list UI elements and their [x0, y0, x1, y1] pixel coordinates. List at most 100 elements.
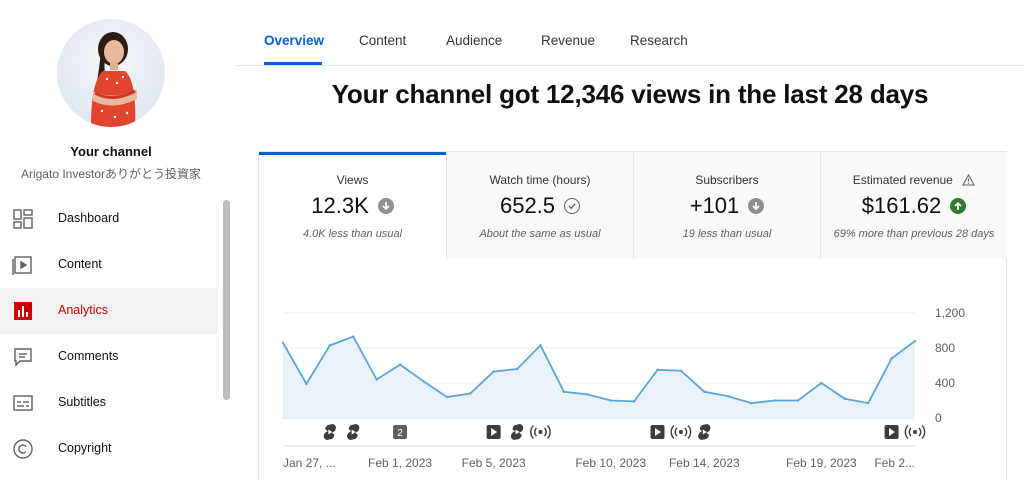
metric-card-revenue[interactable]: Estimated revenue $161.62 69% more than … — [820, 152, 1007, 259]
metric-title: Estimated revenue — [821, 173, 1007, 187]
content-icon — [12, 254, 34, 276]
channel-avatar[interactable] — [57, 19, 165, 127]
metric-title-text: Estimated revenue — [852, 173, 953, 187]
sidebar-item-copyright[interactable]: Copyright — [0, 426, 218, 472]
live-wave — [530, 425, 535, 439]
x-tick-label: Feb 2... — [874, 456, 915, 470]
arrow-up-icon — [950, 198, 967, 214]
chart-canvas[interactable]: 1,200 800 400 0 2 Jan 27, ... Feb 1, 2023 Feb 5… — [259, 258, 1008, 480]
subtitles-icon — [12, 392, 34, 414]
metric-title: Watch time (hours) — [489, 173, 591, 187]
live-wave — [918, 427, 922, 437]
live-wave — [674, 427, 678, 437]
data-point — [281, 341, 285, 344]
sidebar-item-analytics[interactable]: Analytics — [0, 288, 218, 334]
live-wave — [546, 425, 551, 439]
sidebar: Your channel Arigato Investorありがとう投資家 Da… — [0, 0, 234, 480]
data-point — [469, 392, 472, 395]
metric-title: Views — [336, 173, 369, 187]
metric-card-watch-time[interactable]: Watch time (hours) 652.5 About the same … — [446, 152, 633, 259]
active-tab-indicator — [264, 62, 322, 65]
live-wave — [908, 427, 912, 437]
page-headline: Your channel got 12,346 views in the las… — [331, 79, 929, 109]
data-point — [726, 394, 729, 398]
sidebar-item-dashboard[interactable]: Dashboard — [0, 196, 218, 242]
y-tick-label: 400 — [935, 376, 955, 390]
data-point — [773, 399, 776, 402]
data-point — [796, 399, 800, 402]
tab-research[interactable]: Research — [630, 33, 688, 48]
metric-value: 12.3K — [311, 193, 369, 218]
data-point — [492, 370, 495, 373]
sidebar-item-comments[interactable]: Comments — [0, 334, 218, 380]
data-point — [305, 382, 308, 386]
data-point — [820, 381, 823, 385]
warning-icon[interactable] — [962, 173, 976, 186]
x-tick-label: Feb 1, 2023 — [368, 456, 432, 470]
data-point — [703, 390, 706, 393]
metric-note: 4.0K less than usual — [302, 228, 403, 240]
analytics-tabs: Overview Content Audience Revenue Resear… — [236, 0, 1024, 66]
sidebar-item-label: Dashboard — [58, 211, 120, 225]
sidebar-item-label: Copyright — [58, 441, 112, 455]
active-card-indicator — [259, 152, 446, 155]
live-wave — [543, 427, 547, 437]
dashboard-icon — [12, 208, 34, 230]
live-marker-icon — [678, 430, 683, 434]
metric-card-subscribers[interactable]: Subscribers +101 19 less than usual — [633, 152, 820, 259]
x-tick-label: Feb 5, 2023 — [462, 456, 526, 470]
data-point — [843, 397, 846, 400]
sidebar-item-subtitles[interactable]: Subtitles — [0, 380, 218, 426]
live-wave — [684, 427, 688, 437]
tab-overview[interactable]: Overview — [264, 33, 324, 48]
data-point — [866, 401, 870, 405]
y-tick-label: 0 — [935, 411, 942, 425]
channel-name: Arigato Investorありがとう投資家 — [20, 167, 202, 181]
live-marker-icon — [913, 430, 917, 434]
y-tick-label: 1,200 — [935, 306, 965, 320]
metric-note: 19 less than usual — [682, 228, 772, 240]
data-point — [562, 390, 566, 393]
data-point — [445, 395, 449, 399]
data-point — [632, 400, 636, 403]
data-point — [539, 344, 542, 347]
live-wave — [921, 425, 926, 439]
live-wave — [687, 425, 692, 439]
metric-title: Subscribers — [695, 173, 759, 187]
data-point — [422, 380, 425, 383]
data-point — [398, 363, 402, 366]
sidebar-scrollbar[interactable] — [223, 200, 230, 400]
sidebar-item-label: Comments — [58, 349, 119, 363]
x-tick-label: Jan 27, ... — [283, 456, 336, 470]
tab-audience[interactable]: Audience — [446, 33, 502, 48]
sidebar-item-label: Content — [58, 257, 102, 271]
arrow-down-icon — [377, 198, 394, 214]
data-point — [375, 378, 378, 381]
metric-value: +101 — [689, 193, 740, 218]
x-tick-label: Feb 19, 2023 — [786, 456, 857, 470]
sidebar-item-label: Analytics — [58, 303, 109, 317]
metric-value: 652.5 — [499, 193, 556, 218]
data-point — [749, 401, 753, 405]
live-wave — [670, 425, 675, 439]
series-area — [283, 336, 915, 418]
analytics-icon — [12, 300, 34, 322]
comments-icon — [12, 346, 34, 368]
count-marker-label: 2 — [397, 428, 403, 439]
metric-note: About the same as usual — [479, 228, 601, 240]
data-point — [679, 369, 683, 372]
live-wave — [904, 425, 909, 439]
sidebar-item-content[interactable]: Content — [0, 242, 218, 288]
views-chart: 1,200 800 400 0 2 Jan 27, ... Feb 1, 2023 Feb 5… — [258, 258, 1007, 480]
data-point — [352, 335, 355, 338]
metric-note: 69% more than previous 28 days — [833, 228, 995, 240]
metric-value: $161.62 — [861, 193, 942, 218]
metric-card-views[interactable]: Views 12.3K 4.0K less than usual — [259, 152, 446, 259]
x-tick-label: Feb 14, 2023 — [669, 456, 740, 470]
tab-content[interactable]: Content — [359, 33, 406, 48]
tab-revenue[interactable]: Revenue — [541, 33, 595, 48]
y-tick-label: 800 — [935, 341, 955, 355]
live-marker-icon — [538, 430, 543, 434]
channel-title: Your channel — [70, 144, 152, 159]
live-wave — [534, 427, 538, 437]
